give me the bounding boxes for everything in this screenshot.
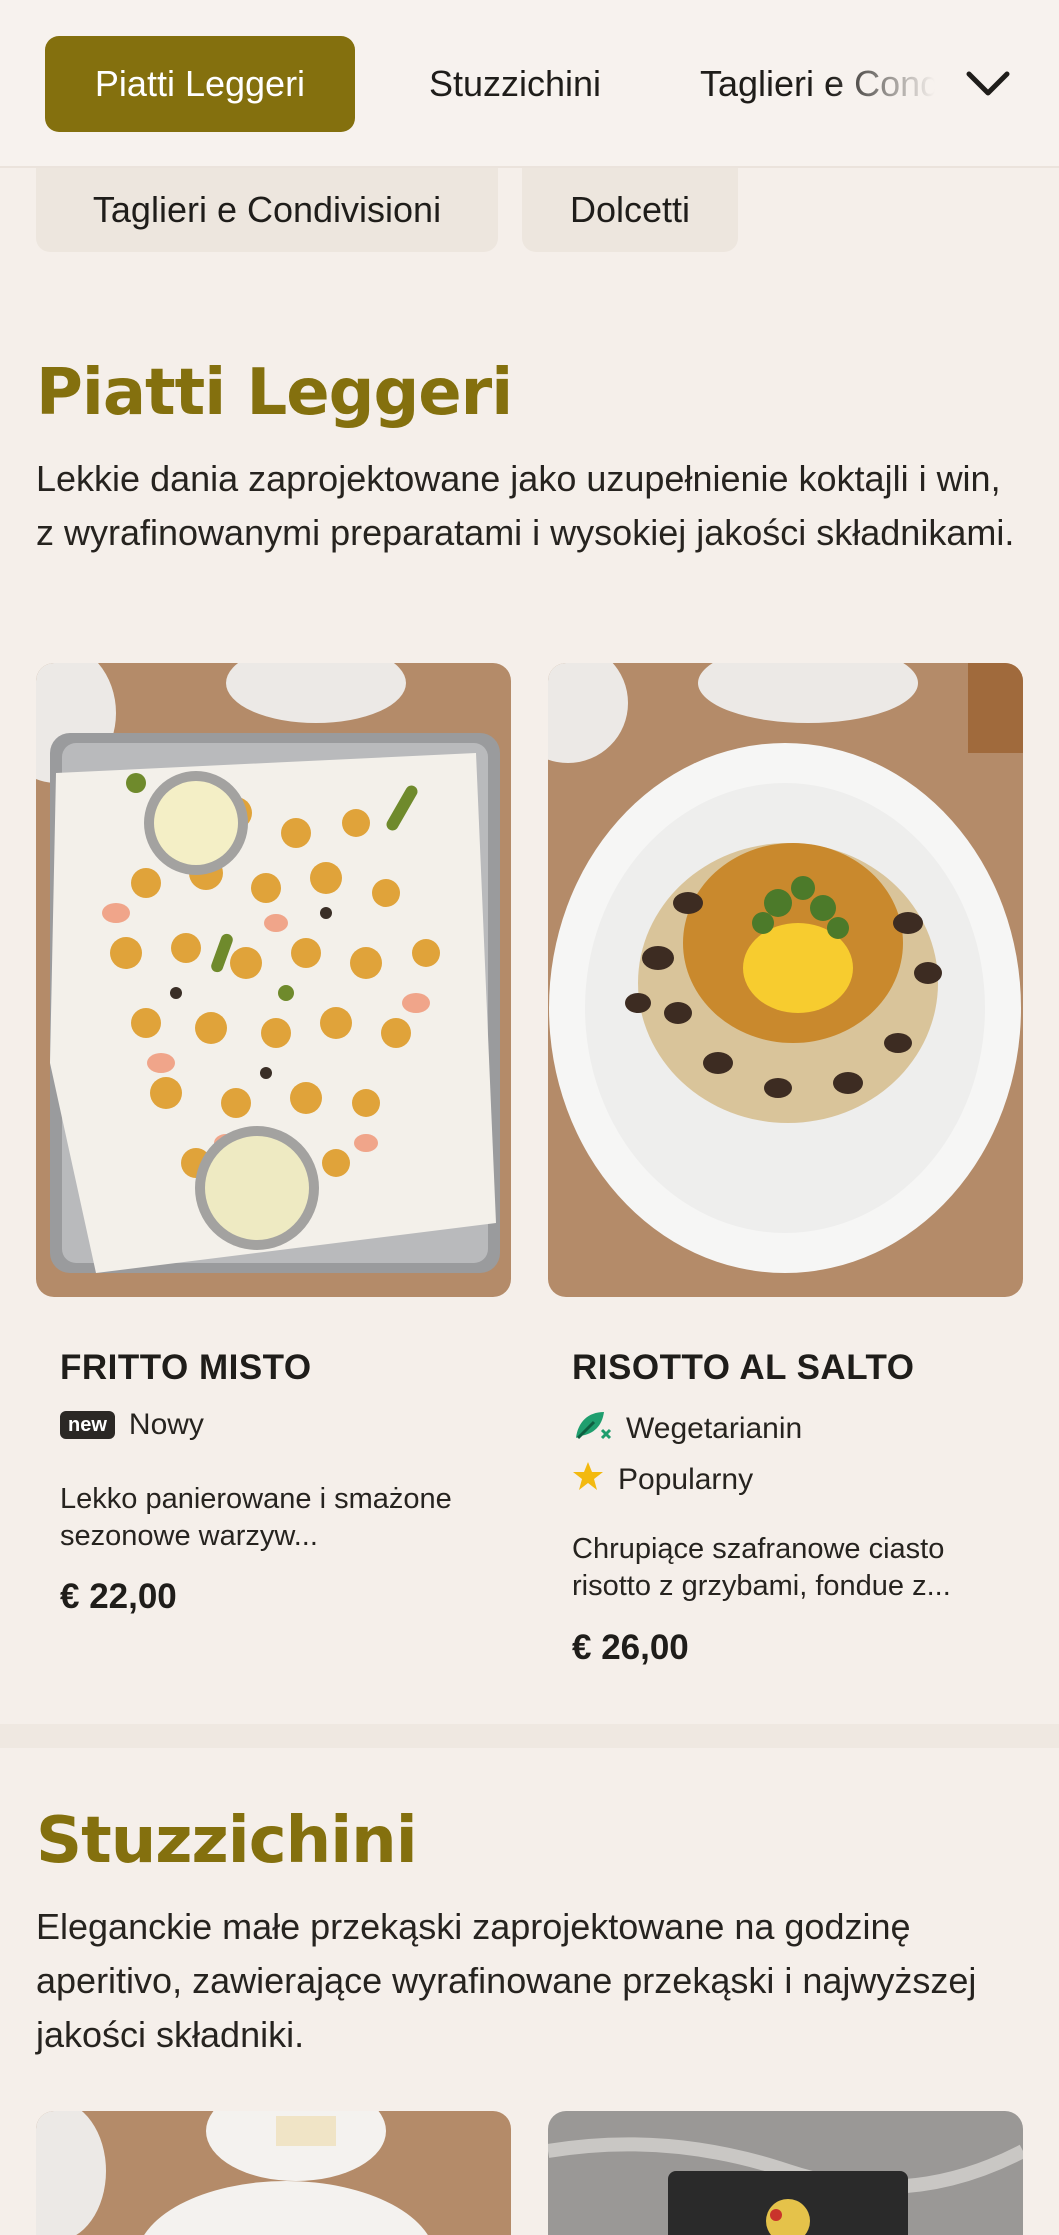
section-title: Stuzzichini <box>36 1804 418 1878</box>
chip-dolcetti[interactable]: Dolcetti <box>522 168 738 252</box>
section-description: Eleganckie małe przekąski zaprojektowane… <box>36 1906 977 2055</box>
item-tag-popular: Popularny <box>572 1460 753 1500</box>
chip-taglieri-e-condivisioni[interactable]: Taglieri e Condivisioni <box>36 168 498 252</box>
tag-label: Wegetarianin <box>626 1412 803 1445</box>
tab-stuzzichini[interactable]: Stuzzichini <box>400 36 630 132</box>
risotto-al-salto-image[interactable] <box>548 663 1023 1297</box>
item-name: FRITTO MISTO <box>60 1348 312 1387</box>
item-price: € 22,00 <box>60 1577 177 1616</box>
star-icon <box>572 1460 604 1500</box>
item-name: RISOTTO AL SALTO <box>572 1348 915 1387</box>
tag-label: Popularny <box>618 1463 754 1496</box>
item-description: Chrupiące szafranowe ciasto risotto z gr… <box>572 1533 951 1602</box>
tag-label: Nowy <box>128 1408 204 1441</box>
tab-piatti-leggeri[interactable]: Piatti Leggeri <box>45 36 355 132</box>
nav-fade <box>830 36 970 132</box>
section-divider <box>0 1724 1059 1748</box>
item-price: € 26,00 <box>572 1628 689 1667</box>
section-description: Lekkie dania zaprojektowane jako uzupełn… <box>36 458 1015 553</box>
item-tag-vegetarian: Wegetarianin <box>572 1408 802 1450</box>
new-badge: new <box>60 1411 115 1439</box>
stuzzichini-item-image[interactable] <box>36 2111 511 2235</box>
leaf-icon <box>572 1408 612 1450</box>
chevron-down-icon[interactable] <box>960 56 1016 112</box>
item-description: Lekko panierowane i smażone sezonowe war… <box>60 1483 452 1552</box>
item-tag-new: new Nowy <box>60 1408 204 1442</box>
stuzzichini-item-image[interactable] <box>548 2111 1023 2235</box>
section-title: Piatti Leggeri <box>36 356 513 430</box>
fritto-misto-image[interactable] <box>36 663 511 1297</box>
category-nav: Piatti Leggeri Stuzzichini Taglieri e Co… <box>0 0 1059 168</box>
